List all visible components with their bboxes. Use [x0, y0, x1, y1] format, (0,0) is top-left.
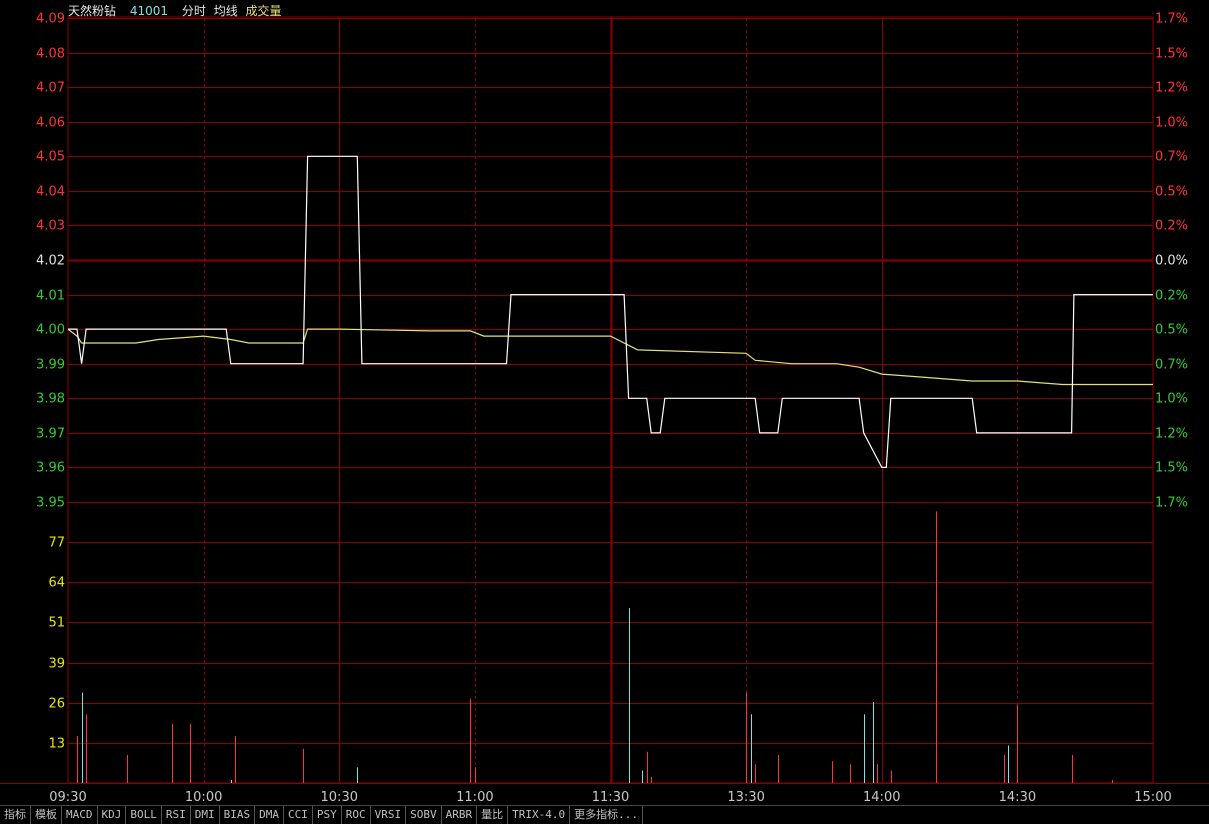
- instrument-name: 天然粉钻: [68, 4, 117, 18]
- percent-tick-label: 0.5%: [1155, 185, 1188, 200]
- indicator-tab[interactable]: DMI: [191, 806, 220, 824]
- percent-tick-label: 0.0%: [1155, 254, 1188, 269]
- price-tick-label: 4.05: [36, 150, 65, 165]
- percent-tick-label: 1.7%: [1155, 12, 1188, 27]
- percent-tick-label: 0.7%: [1155, 358, 1188, 373]
- percent-tick-label: 1.5%: [1155, 47, 1188, 62]
- percent-tick-label: 0.2%: [1155, 219, 1188, 234]
- price-tick-label: 3.95: [36, 496, 65, 511]
- percent-tick-label: 1.2%: [1155, 81, 1188, 96]
- indicator-tab[interactable]: TRIX-4.0: [508, 806, 571, 824]
- price-tick-label: 4.00: [36, 323, 65, 338]
- percent-tick-label: 0.2%: [1155, 289, 1188, 304]
- price-tick-label: 3.96: [36, 461, 65, 476]
- percent-tick-label: 0.5%: [1155, 323, 1188, 338]
- avg-line-label: 均线: [213, 4, 238, 18]
- volume-tick-label: 39: [48, 657, 65, 672]
- volume-tick-label: 13: [48, 737, 65, 752]
- indicator-tab[interactable]: KDJ: [98, 806, 127, 824]
- time-tick-label: 15:00: [1134, 790, 1171, 805]
- chart-title: 天然粉钻 41001 分时 均线 成交量: [68, 2, 292, 19]
- percent-tick-label: 0.7%: [1155, 150, 1188, 165]
- indicator-tab[interactable]: SOBV: [406, 806, 442, 824]
- indicator-tab[interactable]: MACD: [62, 806, 98, 824]
- price-tick-label: 4.08: [36, 47, 65, 62]
- indicator-tab[interactable]: DMA: [255, 806, 284, 824]
- percent-tick-label: 1.0%: [1155, 392, 1188, 407]
- indicator-tab[interactable]: ROC: [342, 806, 371, 824]
- time-tick-label: 11:30: [592, 790, 629, 805]
- volume-tick-label: 26: [48, 697, 65, 712]
- price-tick-label: 3.98: [36, 392, 65, 407]
- indicator-tab[interactable]: 量比: [477, 806, 509, 824]
- price-tick-label: 4.04: [36, 185, 65, 200]
- mode-label: 分时: [181, 4, 206, 18]
- time-tick-label: 11:00: [456, 790, 493, 805]
- instrument-code: 41001: [129, 4, 169, 18]
- indicator-tab[interactable]: VRSI: [371, 806, 407, 824]
- percent-tick-label: 1.2%: [1155, 427, 1188, 442]
- price-tick-label: 4.03: [36, 219, 65, 234]
- indicator-tab[interactable]: PSY: [313, 806, 342, 824]
- time-tick-label: 10:00: [185, 790, 222, 805]
- percent-tick-label: 1.5%: [1155, 461, 1188, 476]
- percent-tick-label: 1.7%: [1155, 496, 1188, 511]
- volume-tick-label: 64: [48, 576, 65, 591]
- time-tick-label: 14:00: [863, 790, 900, 805]
- indicator-tab[interactable]: ARBR: [442, 806, 478, 824]
- indicator-tab[interactable]: BIAS: [220, 806, 256, 824]
- time-tick-label: 13:30: [727, 790, 764, 805]
- volume-label: 成交量: [245, 4, 282, 18]
- indicator-tab[interactable]: RSI: [162, 806, 191, 824]
- price-tick-label: 4.09: [36, 12, 65, 27]
- price-tick-label: 4.01: [36, 289, 65, 304]
- indicator-tab[interactable]: 指标: [0, 806, 31, 824]
- indicator-tab[interactable]: BOLL: [126, 806, 162, 824]
- time-tick-label: 10:30: [321, 790, 358, 805]
- price-tick-label: 4.06: [36, 116, 65, 131]
- indicator-tab-bar: 指标 模板 MACD KDJ BOLL RSI DMI BIAS DMA CCI PSY ROC VRS…: [0, 805, 1209, 824]
- indicator-tab[interactable]: 更多指标...: [570, 806, 643, 824]
- price-tick-label: 3.99: [36, 358, 65, 373]
- time-tick-label: 14:30: [999, 790, 1036, 805]
- indicator-tab[interactable]: 模板: [31, 806, 62, 824]
- time-tick-label: 09:30: [49, 790, 86, 805]
- price-tick-label: 4.07: [36, 81, 65, 96]
- volume-tick-label: 51: [48, 616, 65, 631]
- price-tick-label: 4.02: [36, 254, 65, 269]
- indicator-tab[interactable]: CCI: [284, 806, 313, 824]
- intraday-chart[interactable]: 4.09 1.7% 4.08 1.5% 4.07 1.2% 4.06 1.0% 4.05 0.7%…: [0, 0, 1209, 805]
- percent-tick-label: 1.0%: [1155, 116, 1188, 131]
- price-tick-label: 3.97: [36, 427, 65, 442]
- volume-tick-label: 77: [48, 536, 65, 551]
